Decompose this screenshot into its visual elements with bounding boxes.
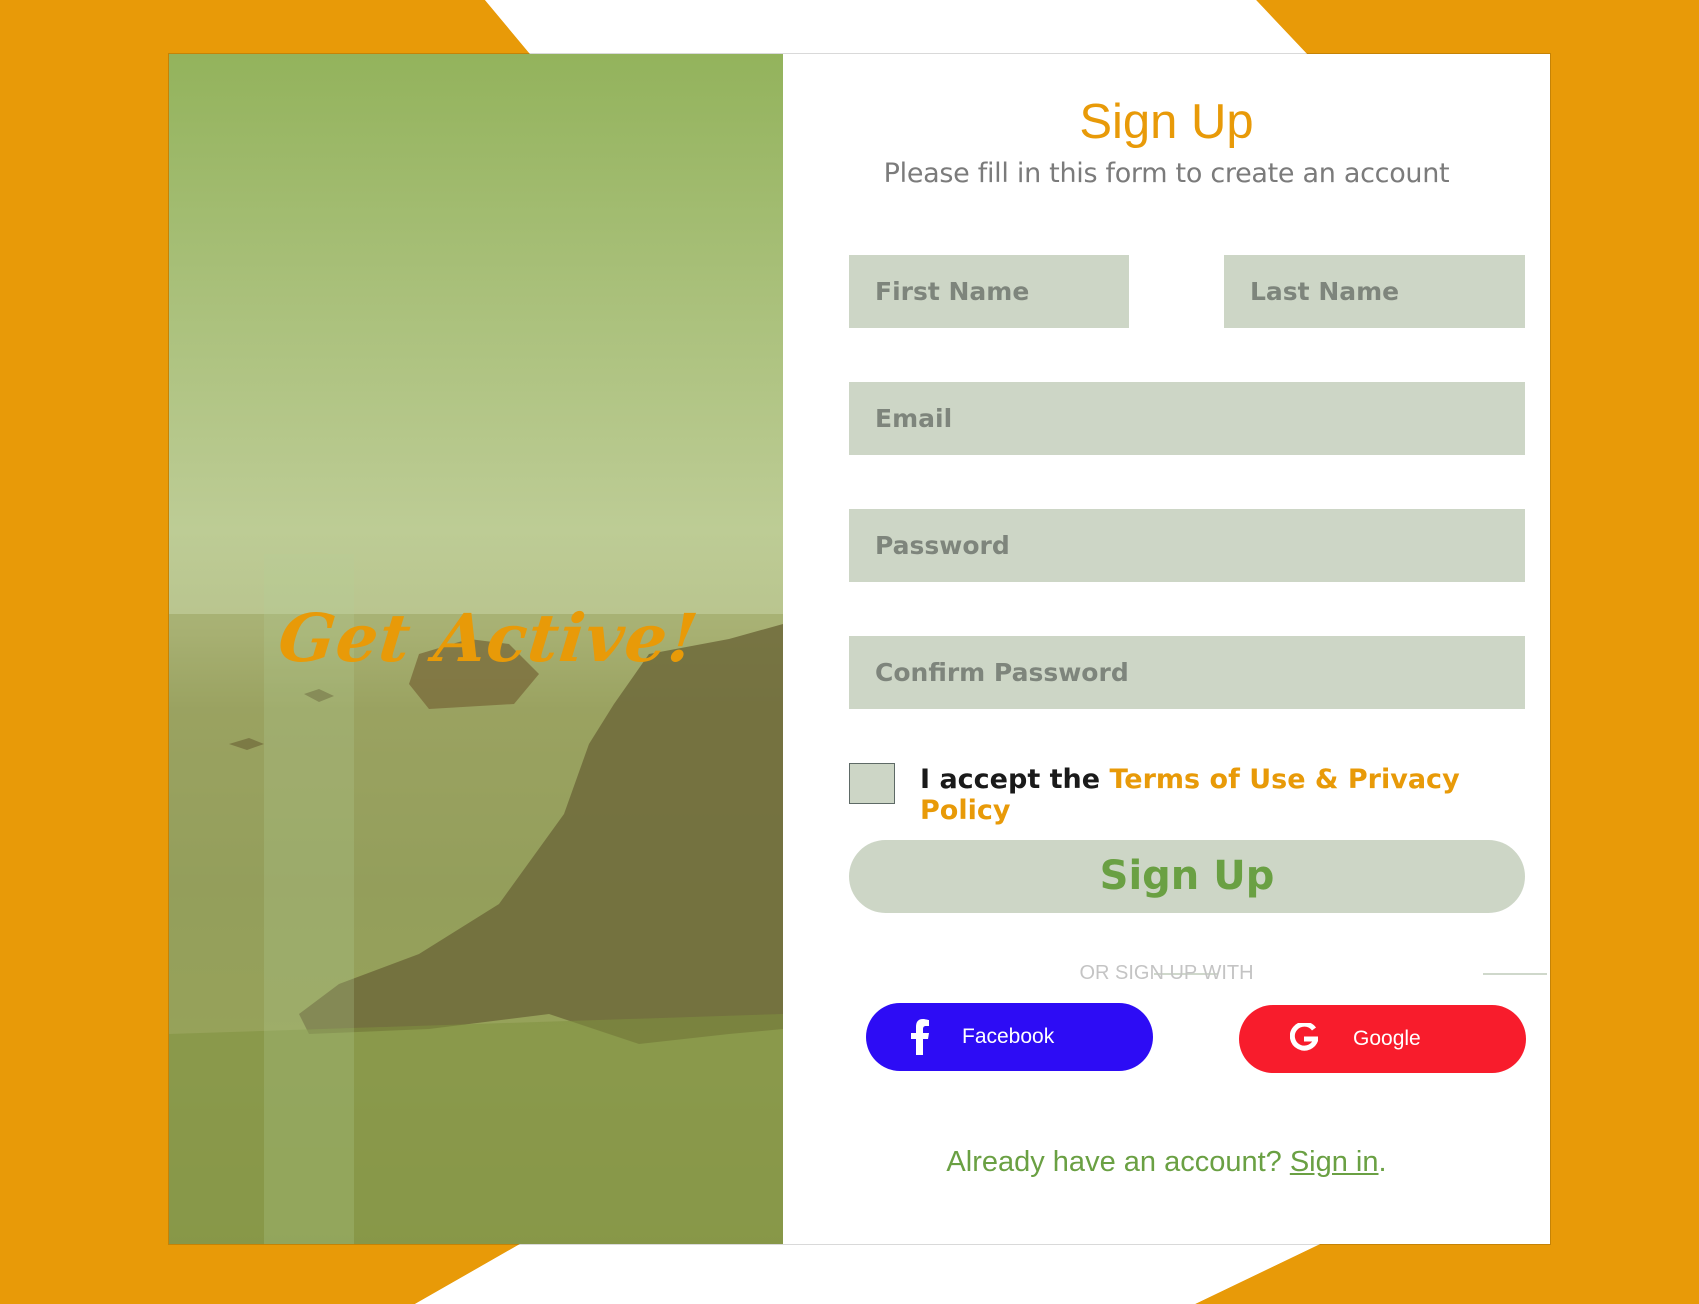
last-name-input[interactable] (1224, 255, 1525, 328)
or-sign-up-with-label: OR SIGN UP WITH (1079, 962, 1254, 984)
terms-checkbox[interactable] (849, 763, 895, 804)
divider-right (1483, 973, 1547, 975)
already-text: Already have an account? (946, 1146, 1282, 1178)
facebook-button[interactable]: Facebook (866, 1003, 1153, 1071)
facebook-icon (911, 1019, 929, 1055)
hero-slogan: Get Active! (274, 599, 703, 677)
form-subtitle: Please fill in this form to create an ac… (883, 158, 1450, 189)
google-icon (1290, 1023, 1318, 1051)
google-label: Google (1353, 1027, 1421, 1050)
form-title: Sign Up (1079, 95, 1254, 149)
first-name-input[interactable] (849, 255, 1129, 328)
accept-prefix: I accept the (920, 764, 1101, 795)
period: . (1378, 1146, 1387, 1178)
terms-label: I accept the Terms of Use & Privacy Poli… (920, 764, 1550, 826)
hero-image-panel: Get Active! (169, 54, 783, 1244)
signup-button[interactable]: Sign Up (849, 840, 1525, 913)
password-input[interactable] (849, 509, 1525, 582)
signin-link[interactable]: Sign in (1290, 1146, 1379, 1178)
already-have-account: Already have an account? Sign in. (783, 1146, 1550, 1179)
confirm-password-input[interactable] (849, 636, 1525, 709)
signup-card: Get Active! Sign Up Please fill in this … (169, 54, 1550, 1244)
google-button[interactable]: Google (1239, 1005, 1526, 1073)
facebook-label: Facebook (962, 1025, 1055, 1048)
signup-form: Sign Up Please fill in this form to crea… (783, 54, 1550, 1244)
email-input[interactable] (849, 382, 1525, 455)
